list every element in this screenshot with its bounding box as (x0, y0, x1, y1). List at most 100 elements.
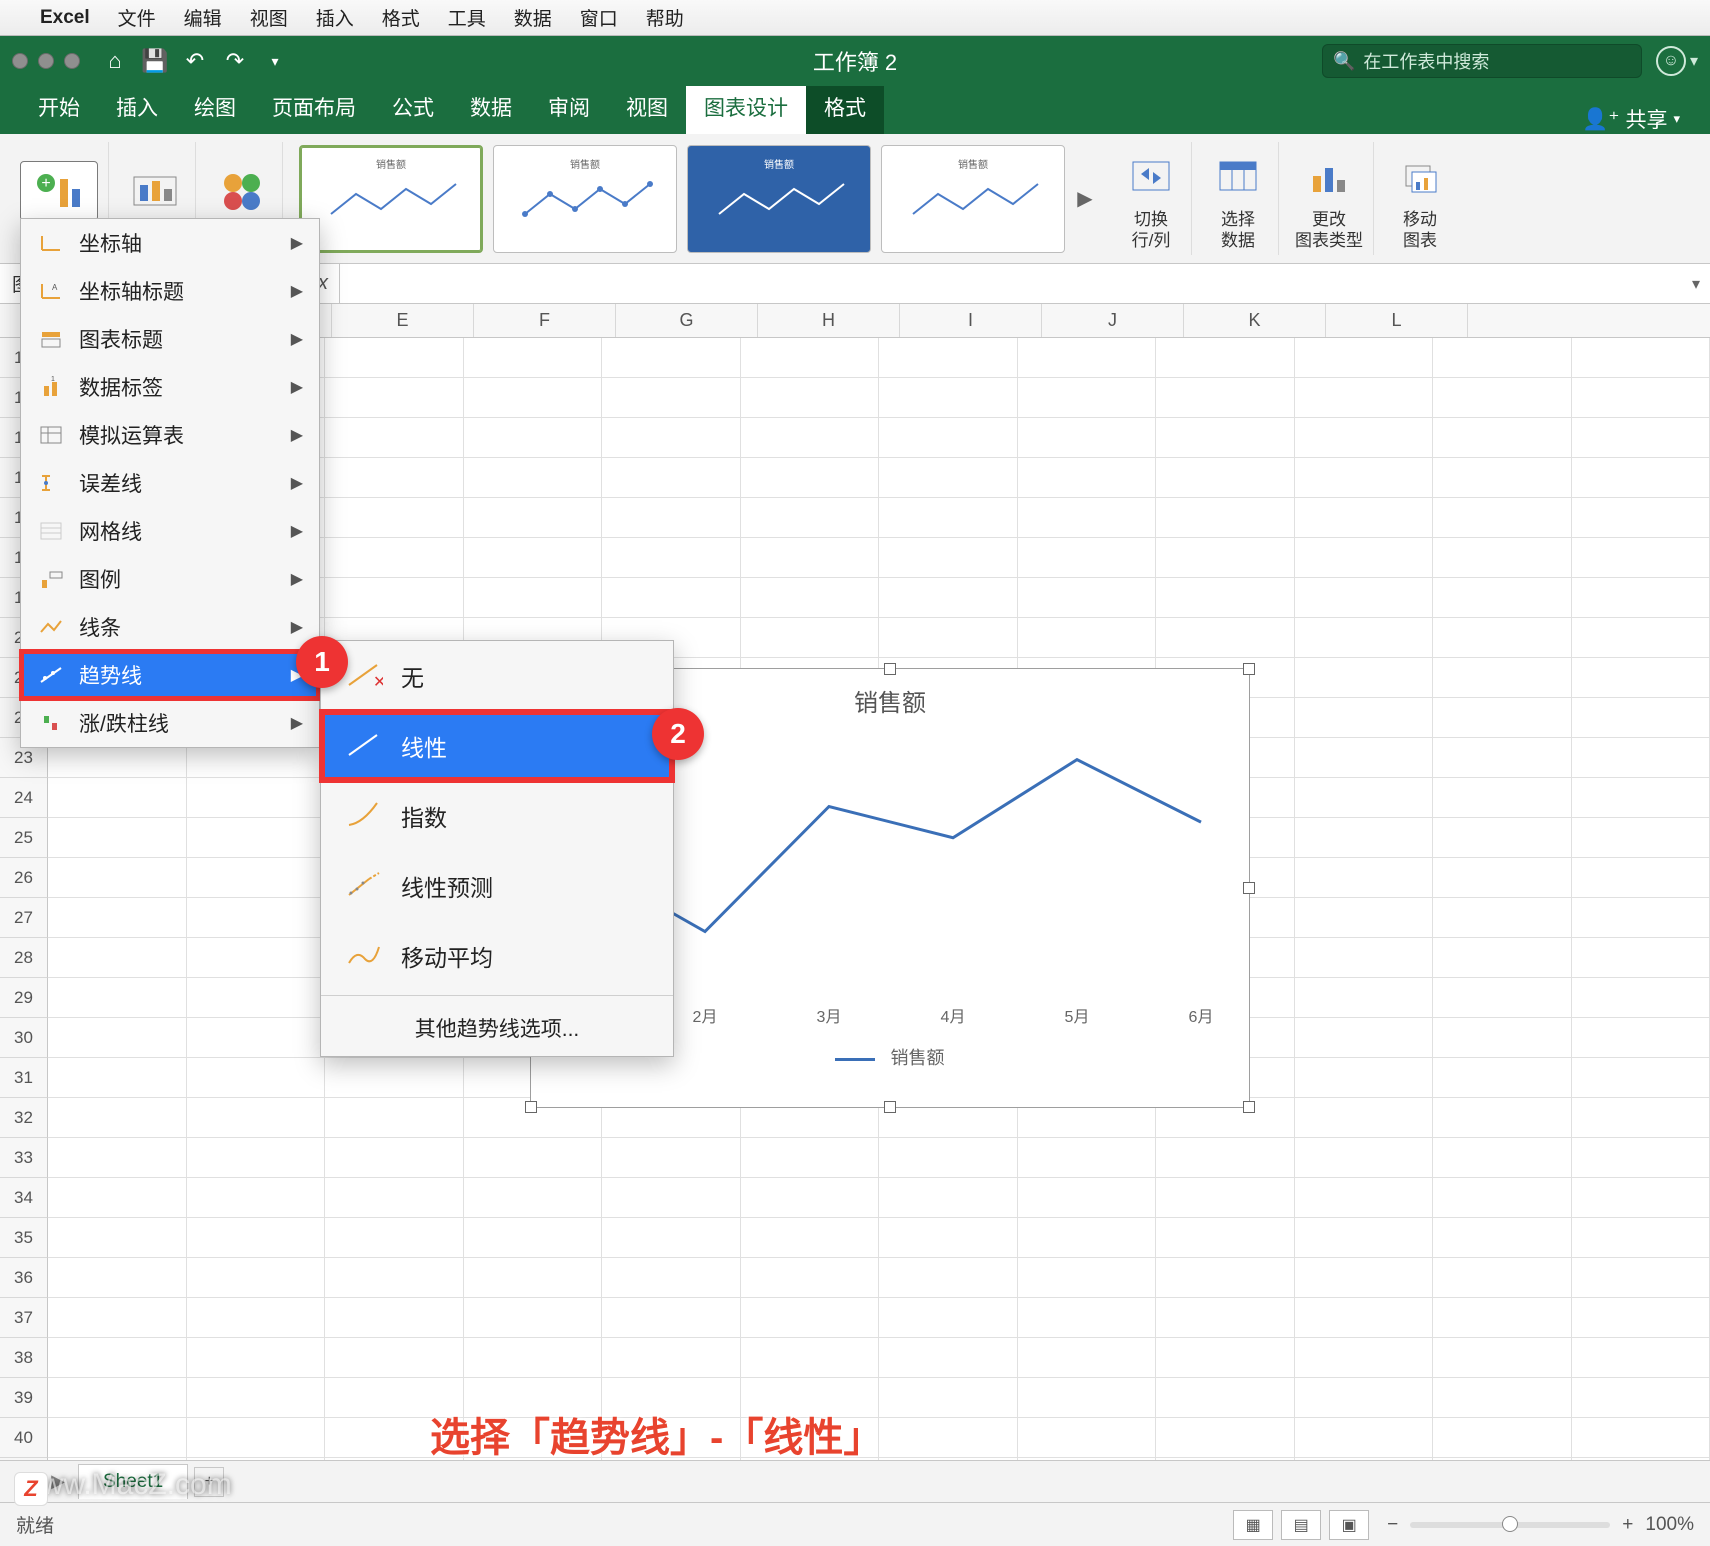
cell[interactable] (879, 1378, 1018, 1418)
cell[interactable] (1295, 418, 1434, 458)
cell[interactable] (187, 1458, 326, 1460)
row-header[interactable]: 39 (0, 1378, 48, 1418)
row-header[interactable]: 33 (0, 1138, 48, 1178)
formula-input[interactable]: ▾ (340, 264, 1710, 303)
cell[interactable] (1572, 698, 1710, 738)
cell[interactable] (1572, 1378, 1710, 1418)
cell[interactable] (1433, 1418, 1572, 1458)
cell[interactable] (464, 578, 603, 618)
cell[interactable] (464, 498, 603, 538)
cell[interactable] (464, 1258, 603, 1298)
cell[interactable] (741, 1178, 880, 1218)
cell[interactable] (879, 578, 1018, 618)
gallery-next-icon[interactable]: ▶ (1075, 145, 1095, 253)
cell[interactable] (464, 1178, 603, 1218)
mac-menu-edit[interactable]: 编辑 (184, 4, 222, 31)
cell[interactable] (464, 1138, 603, 1178)
cell[interactable] (325, 578, 464, 618)
switch-rowcol-button[interactable] (1121, 146, 1181, 206)
cell[interactable] (741, 1218, 880, 1258)
redo-icon[interactable]: ↷ (218, 44, 252, 78)
zoom-out-button[interactable]: − (1387, 1514, 1398, 1536)
menu-item-坐标轴标题[interactable]: A坐标轴标题▶ (21, 267, 319, 315)
cell[interactable] (1433, 618, 1572, 658)
menu-item-图表标题[interactable]: 图表标题▶ (21, 315, 319, 363)
cell[interactable] (325, 1058, 464, 1098)
cell[interactable] (602, 1298, 741, 1338)
cell[interactable] (187, 1178, 326, 1218)
cell[interactable] (187, 1018, 326, 1058)
cell[interactable] (1572, 1098, 1710, 1138)
row-header[interactable]: 31 (0, 1058, 48, 1098)
col-E[interactable]: E (332, 304, 474, 337)
cell[interactable] (1018, 498, 1157, 538)
chart-style-3[interactable]: 销售额 (687, 145, 871, 253)
cell[interactable] (48, 858, 187, 898)
cell[interactable] (1156, 1338, 1295, 1378)
cell[interactable] (325, 498, 464, 538)
cell[interactable] (1433, 778, 1572, 818)
menu-item-误差线[interactable]: 误差线▶ (21, 459, 319, 507)
change-colors-button[interactable] (212, 161, 272, 221)
cell[interactable] (48, 1338, 187, 1378)
cell[interactable] (325, 418, 464, 458)
menu-item-线条[interactable]: 线条▶ (21, 603, 319, 651)
cell[interactable] (1572, 658, 1710, 698)
cell[interactable] (187, 938, 326, 978)
cell[interactable] (1018, 1418, 1157, 1458)
cell[interactable] (602, 1138, 741, 1178)
cell[interactable] (1433, 1098, 1572, 1138)
cell[interactable] (1295, 338, 1434, 378)
cell[interactable] (48, 1378, 187, 1418)
cell[interactable] (1295, 1018, 1434, 1058)
cell[interactable] (1156, 1458, 1295, 1460)
cell[interactable] (1295, 538, 1434, 578)
cell[interactable] (1433, 498, 1572, 538)
cell[interactable] (187, 1138, 326, 1178)
feedback-icon[interactable]: ☺ (1656, 46, 1686, 76)
col-I[interactable]: I (900, 304, 1042, 337)
cell[interactable] (1433, 818, 1572, 858)
mac-menu-file[interactable]: 文件 (118, 4, 156, 31)
cell[interactable] (602, 1338, 741, 1378)
row-header[interactable]: 28 (0, 938, 48, 978)
row-header[interactable]: 37 (0, 1298, 48, 1338)
cell[interactable] (1295, 458, 1434, 498)
col-K[interactable]: K (1184, 304, 1326, 337)
cell[interactable] (48, 898, 187, 938)
row-header[interactable]: 25 (0, 818, 48, 858)
cell[interactable] (741, 498, 880, 538)
cell[interactable] (1572, 578, 1710, 618)
cell[interactable] (464, 538, 603, 578)
cell[interactable] (1295, 498, 1434, 538)
cell[interactable] (1572, 1018, 1710, 1058)
cell[interactable] (741, 538, 880, 578)
cell[interactable] (879, 1138, 1018, 1178)
tab-home[interactable]: 开始 (20, 82, 98, 134)
chart-style-2[interactable]: 销售额 (493, 145, 677, 253)
cell[interactable] (464, 1218, 603, 1258)
cell[interactable] (1295, 898, 1434, 938)
tab-formula[interactable]: 公式 (374, 82, 452, 134)
tab-review[interactable]: 审阅 (530, 82, 608, 134)
cell[interactable] (1572, 498, 1710, 538)
cell[interactable] (325, 458, 464, 498)
cell[interactable] (1018, 1258, 1157, 1298)
cell[interactable] (1156, 338, 1295, 378)
cell[interactable] (741, 458, 880, 498)
cell[interactable] (1156, 1378, 1295, 1418)
cell[interactable] (602, 378, 741, 418)
search-input[interactable]: 🔍 在工作表中搜索 (1322, 44, 1642, 78)
cell[interactable] (1018, 418, 1157, 458)
submenu-item-线性[interactable]: 线性 (321, 711, 673, 781)
cell[interactable] (1295, 818, 1434, 858)
cell[interactable] (1572, 1138, 1710, 1178)
row-header[interactable]: 32 (0, 1098, 48, 1138)
cell[interactable] (1156, 1218, 1295, 1258)
tab-insert[interactable]: 插入 (98, 82, 176, 134)
cell[interactable] (187, 1418, 326, 1458)
cell[interactable] (1156, 1258, 1295, 1298)
cell[interactable] (602, 498, 741, 538)
cell[interactable] (187, 978, 326, 1018)
chart-style-4[interactable]: 销售额 (881, 145, 1065, 253)
